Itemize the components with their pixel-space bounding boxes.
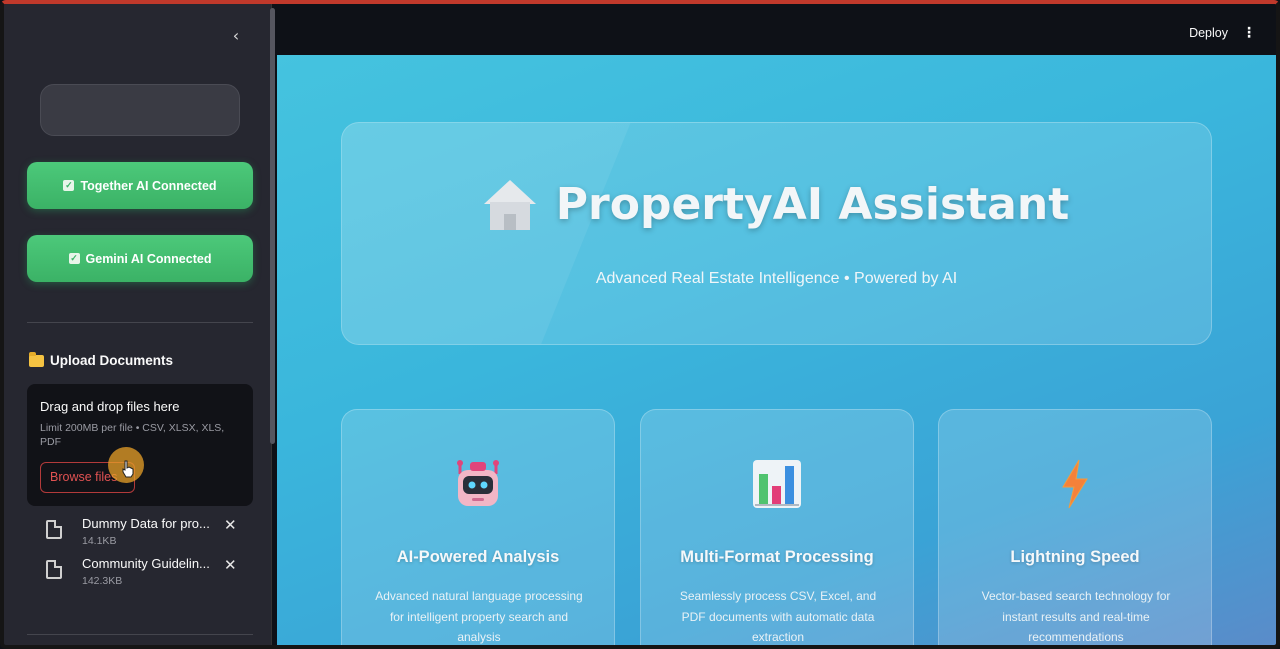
file-name: Dummy Data for pro... — [82, 516, 210, 531]
dropzone-text: Drag and drop files here — [40, 399, 180, 414]
file-size: 142.3KB — [82, 575, 123, 587]
hero-subtitle: Advanced Real Estate Intelligence • Powe… — [595, 270, 958, 287]
feature-description: Advanced natural language processing for… — [375, 589, 583, 644]
file-icon — [46, 520, 62, 539]
lightning-icon — [1062, 459, 1088, 509]
folder-icon — [29, 351, 44, 367]
hand-cursor-icon — [122, 460, 134, 478]
file-dropzone[interactable]: Drag and drop files here Limit 200MB per… — [27, 384, 253, 506]
sidebar-scrollbar[interactable] — [270, 8, 275, 444]
checkmark-icon: ✓ — [68, 253, 80, 264]
feature-description: Vector-based search technology for insta… — [981, 589, 1171, 644]
feature-description: Seamlessly process CSV, Excel, and PDF d… — [679, 589, 877, 644]
hero-title-text: PropertyAI Assistant — [555, 179, 1070, 230]
house-icon — [483, 179, 536, 230]
remove-file-icon[interactable]: ✕ — [224, 516, 237, 534]
deploy-button[interactable]: Deploy — [1189, 26, 1228, 40]
dropzone-limit-text: Limit 200MB per file • CSV, XLSX, XLS, P… — [40, 422, 225, 448]
file-size: 14.1KB — [82, 535, 117, 547]
together-ai-status: ✓ Together AI Connected — [27, 162, 253, 209]
main-content: PropertyAI Assistant Advanced Real Estat… — [277, 55, 1276, 645]
feature-title: Multi-Format Processing — [680, 548, 874, 566]
checkmark-icon: ✓ — [63, 180, 75, 191]
collapse-sidebar-icon[interactable]: ‹ — [226, 26, 246, 46]
hero-banner: PropertyAI Assistant Advanced Real Estat… — [341, 122, 1212, 345]
sidebar: ‹ ✓ Together AI Connected ✓ Gemini AI Co… — [4, 4, 272, 645]
robot-icon — [457, 460, 499, 506]
hero-shine — [342, 123, 647, 344]
sidebar-divider — [27, 322, 253, 323]
more-menu-icon[interactable]: ⋮ — [1242, 23, 1256, 43]
uploaded-file-item: Community Guidelin... 142.3KB ✕ — [44, 556, 254, 592]
upload-section-title: Upload Documents — [29, 351, 174, 368]
file-name: Community Guidelin... — [82, 556, 210, 571]
top-toolbar: Deploy ⋮ — [276, 4, 1276, 55]
feature-card-ai-analysis: AI-Powered Analysis Advanced natural lan… — [341, 409, 615, 645]
remove-file-icon[interactable]: ✕ — [224, 556, 237, 574]
uploaded-file-item: Dummy Data for pro... 14.1KB ✕ — [44, 516, 254, 552]
sidebar-placeholder-box — [40, 84, 240, 136]
feature-card-lightning-speed: Lightning Speed Vector-based search tech… — [938, 409, 1212, 645]
gemini-ai-status: ✓ Gemini AI Connected — [27, 235, 253, 282]
hero-title: PropertyAI Assistant — [342, 179, 1211, 230]
feature-title: AI-Powered Analysis — [396, 548, 560, 566]
upload-title-label: Upload Documents — [50, 353, 174, 368]
file-icon — [46, 560, 62, 579]
feature-card-multi-format: Multi-Format Processing Seamlessly proce… — [640, 409, 914, 645]
gemini-ai-status-label: Gemini AI Connected — [85, 251, 212, 266]
sidebar-divider — [27, 634, 253, 635]
bar-chart-icon — [753, 460, 801, 508]
app-window: ‹ ✓ Together AI Connected ✓ Gemini AI Co… — [0, 0, 1280, 649]
feature-title: Lightning Speed — [1010, 548, 1140, 566]
together-ai-status-label: Together AI Connected — [80, 178, 217, 193]
